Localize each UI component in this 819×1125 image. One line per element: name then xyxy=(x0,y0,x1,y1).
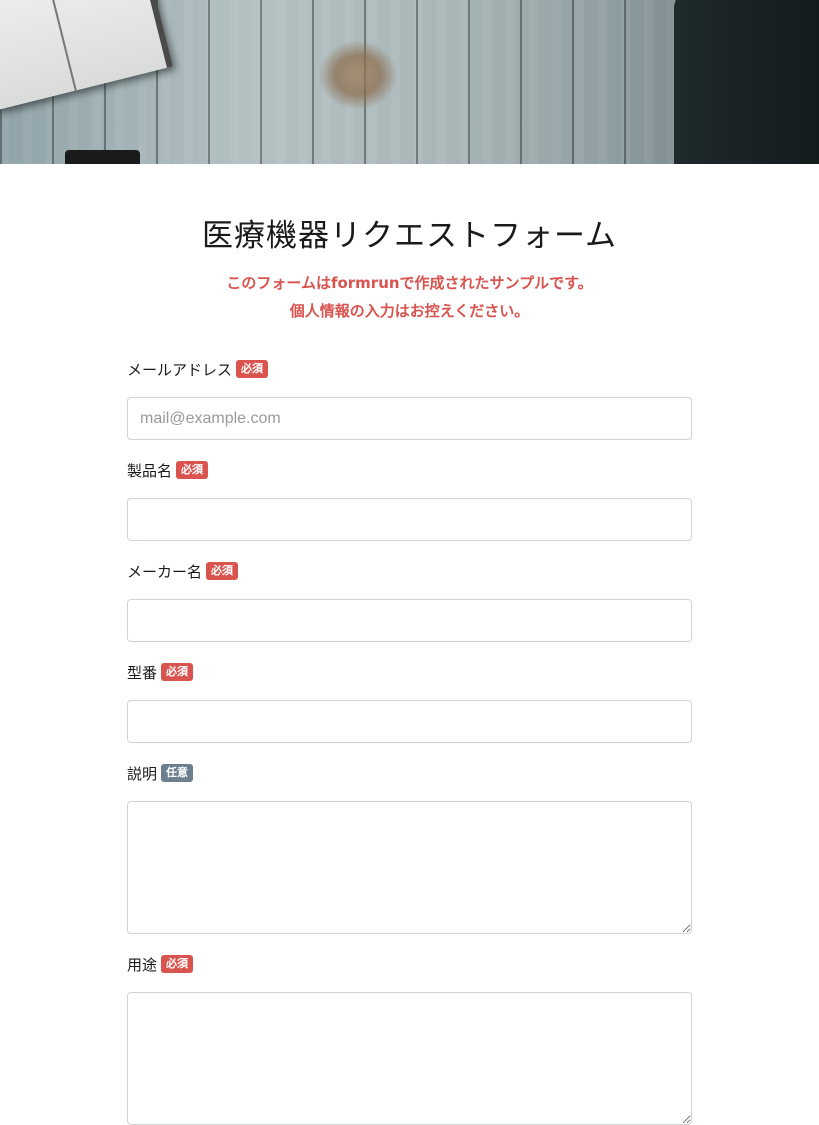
field-label-row: 用途 必須 xyxy=(127,952,692,976)
field-product-name: 製品名 必須 xyxy=(127,458,692,541)
field-description: 説明 任意 xyxy=(127,761,692,934)
optional-badge: 任意 xyxy=(161,764,194,782)
required-badge: 必須 xyxy=(161,955,194,973)
notebook-image xyxy=(0,0,173,111)
field-label: 用途 xyxy=(127,955,158,974)
lead-line-1: このフォームはformrunで作成されたサンプルです。 xyxy=(226,274,593,292)
field-label: メーカー名 xyxy=(127,562,203,581)
model-number-input[interactable] xyxy=(127,700,692,743)
product-name-input[interactable] xyxy=(127,498,692,541)
header-image xyxy=(0,0,819,164)
required-badge: 必須 xyxy=(236,360,269,378)
lead-line-2: 個人情報の入力はお控えください。 xyxy=(289,302,530,320)
field-label: 型番 xyxy=(127,663,158,682)
field-label-row: メールアドレス 必須 xyxy=(127,357,692,381)
email-input[interactable] xyxy=(127,397,692,440)
wood-knot xyxy=(318,40,398,110)
field-label-row: 説明 任意 xyxy=(127,761,692,785)
field-model-number: 型番 必須 xyxy=(127,660,692,743)
field-email: メールアドレス 必須 xyxy=(127,357,692,440)
field-label-row: 型番 必須 xyxy=(127,660,692,684)
form-container: 医療機器リクエストフォーム このフォームはformrunで作成されたサンプルです… xyxy=(127,164,692,1125)
purpose-textarea[interactable] xyxy=(127,992,692,1125)
field-label-row: 製品名 必須 xyxy=(127,458,692,482)
field-label-row: メーカー名 必須 xyxy=(127,559,692,583)
field-label: 説明 xyxy=(127,764,158,783)
field-maker-name: メーカー名 必須 xyxy=(127,559,692,642)
maker-name-input[interactable] xyxy=(127,599,692,642)
dark-object-image xyxy=(674,0,819,164)
required-badge: 必須 xyxy=(206,562,239,580)
pen-image xyxy=(65,150,140,164)
field-purpose: 用途 必須 xyxy=(127,952,692,1125)
field-label: メールアドレス xyxy=(127,360,233,379)
form-fields: メールアドレス 必須 製品名 必須 メーカー名 必須 型番 必須 xyxy=(127,357,692,1125)
form-title: 医療機器リクエストフォーム xyxy=(201,218,618,254)
form-lead: このフォームはformrunで作成されたサンプルです。 個人情報の入力はお控えく… xyxy=(127,269,692,325)
description-textarea[interactable] xyxy=(127,801,692,934)
field-label: 製品名 xyxy=(127,461,173,480)
required-badge: 必須 xyxy=(176,461,209,479)
required-badge: 必須 xyxy=(161,663,194,681)
